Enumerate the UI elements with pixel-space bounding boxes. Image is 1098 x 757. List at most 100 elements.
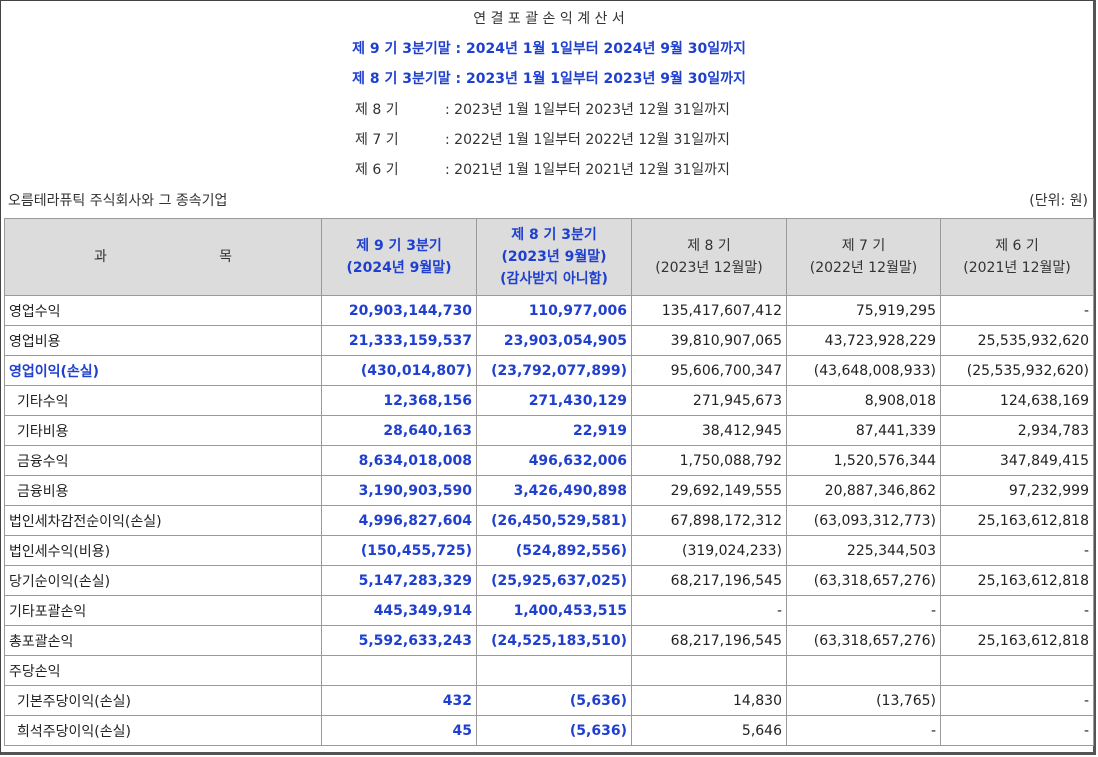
cell-value: 12,368,156 (321, 385, 477, 416)
table-row: 금융비용 3,190,903,590 3,426,490,898 29,692,… (4, 475, 1094, 506)
column-header-line2: (2024년 9월말) (346, 260, 452, 276)
column-header-q3-8: 제 8 기 3분기 (2023년 9월말) (감사받지 아니함) (476, 218, 632, 296)
column-header-line1: 제 7 기 (841, 238, 886, 254)
cell-value: 38,412,945 (631, 415, 787, 446)
cell-value: 225,344,503 (786, 535, 941, 566)
cell-value (940, 655, 1094, 686)
cell-value: 25,163,612,818 (940, 625, 1094, 656)
cell-value: (63,093,312,773) (786, 505, 941, 536)
cell-value: (43,648,008,933) (786, 355, 941, 386)
table-row: 금융수익 8,634,018,008 496,632,006 1,750,088… (4, 445, 1094, 476)
table-row: 영업비용 21,333,159,537 23,903,054,905 39,81… (4, 325, 1094, 356)
prior-period-range: : 2022년 1월 1일부터 2022년 12월 31일까지 (445, 132, 730, 148)
column-header-line1: 제 8 기 (687, 238, 731, 254)
cell-value: 14,830 (631, 685, 787, 716)
row-label: 기타비용 (4, 415, 322, 446)
cell-value: (150,455,725) (321, 535, 477, 566)
column-header-line2: (2021년 12월말) (963, 260, 1071, 276)
cell-value: 68,217,196,545 (631, 565, 787, 596)
cell-value: 110,977,006 (476, 295, 632, 326)
cell-value: 87,441,339 (786, 415, 941, 446)
column-header-line3: (감사받지 아니함) (500, 271, 608, 287)
cell-value: - (786, 715, 941, 746)
cell-value: 5,147,283,329 (321, 565, 477, 596)
cell-value: - (940, 685, 1094, 716)
table-row: 총포괄손익 5,592,633,243 (24,525,183,510) 68,… (4, 625, 1094, 656)
cell-value (786, 655, 941, 686)
prior-period-range: : 2021년 1월 1일부터 2021년 12월 31일까지 (445, 162, 730, 178)
row-label: 주당손익 (4, 655, 322, 686)
subject-header: 과 목 (4, 218, 322, 296)
row-label: 영업비용 (4, 325, 322, 356)
cell-value: 29,692,149,555 (631, 475, 787, 506)
cell-value: 25,163,612,818 (940, 505, 1094, 536)
cell-value: 347,849,415 (940, 445, 1094, 476)
cell-value: (319,024,233) (631, 535, 787, 566)
cell-value: - (940, 715, 1094, 746)
cell-value: 124,638,169 (940, 385, 1094, 416)
column-header-line1: 제 6 기 (995, 238, 1039, 254)
column-header-fy-6: 제 6 기 (2021년 12월말) (940, 218, 1094, 296)
column-header-line1: 제 8 기 3분기 (511, 227, 597, 243)
column-header-line2: (2022년 12월말) (809, 260, 918, 276)
column-header-line2: (2023년 12월말) (655, 260, 763, 276)
cell-value (476, 655, 632, 686)
column-header-line1: 제 9 기 3분기 (356, 238, 442, 254)
cell-value: (63,318,657,276) (786, 625, 941, 656)
row-label: 총포괄손익 (4, 625, 322, 656)
cell-value: (25,925,637,025) (476, 565, 632, 596)
cell-value: 8,634,018,008 (321, 445, 477, 476)
cell-value: 271,945,673 (631, 385, 787, 416)
row-label: 기타수익 (4, 385, 322, 416)
cell-value: 25,163,612,818 (940, 565, 1094, 596)
cell-value: 20,887,346,862 (786, 475, 941, 506)
cell-value: 432 (321, 685, 477, 716)
cell-value: 2,934,783 (940, 415, 1094, 446)
cell-value: 21,333,159,537 (321, 325, 477, 356)
cell-value: (430,014,807) (321, 355, 477, 386)
table-row: 기타수익 12,368,156 271,430,129 271,945,673 … (4, 385, 1094, 416)
table-row: 주당손익 (4, 655, 1094, 686)
row-label: 희석주당이익(손실) (4, 715, 322, 746)
prior-period-8: 제 8 기: 2023년 1월 1일부터 2023년 12월 31일까지 (355, 99, 730, 119)
subject-header-right: 목 (219, 249, 232, 265)
row-label: 기타포괄손익 (4, 595, 322, 626)
table-row: 법인세차감전순이익(손실) 4,996,827,604 (26,450,529,… (4, 505, 1094, 536)
cell-value: 22,919 (476, 415, 632, 446)
table-row: 영업이익(손실) (430,014,807) (23,792,077,899) … (4, 355, 1094, 386)
statement-title: 연 결 포 괄 손 익 계 산 서 (473, 11, 625, 27)
row-label: 금융수익 (4, 445, 322, 476)
cell-value: (24,525,183,510) (476, 625, 632, 656)
table-row: 희석주당이익(손실) 45 (5,636) 5,646 - - (4, 715, 1094, 746)
cell-value: (5,636) (476, 685, 632, 716)
cell-value: 1,400,453,515 (476, 595, 632, 626)
column-header-fy-8: 제 8 기 (2023년 12월말) (631, 218, 787, 296)
cell-value: 39,810,907,065 (631, 325, 787, 356)
prior-period-label: 제 7 기 (355, 132, 399, 148)
table-row: 기타포괄손익 445,349,914 1,400,453,515 - - - (4, 595, 1094, 626)
cell-value (321, 655, 477, 686)
prior-period-6: 제 6 기: 2021년 1월 1일부터 2021년 12월 31일까지 (355, 159, 730, 179)
cell-value: 3,190,903,590 (321, 475, 477, 506)
cell-value: 135,417,607,412 (631, 295, 787, 326)
row-label: 당기순이익(손실) (4, 565, 322, 596)
cell-value: 1,520,576,344 (786, 445, 941, 476)
cell-value: (25,535,932,620) (940, 355, 1094, 386)
cell-value: 28,640,163 (321, 415, 477, 446)
cell-value: 3,426,490,898 (476, 475, 632, 506)
cell-value: (26,450,529,581) (476, 505, 632, 536)
cell-value: 68,217,196,545 (631, 625, 787, 656)
cell-value: 45 (321, 715, 477, 746)
cell-value: 23,903,054,905 (476, 325, 632, 356)
cell-value: (13,765) (786, 685, 941, 716)
table-row: 영업수익 20,903,144,730 110,977,006 135,417,… (4, 295, 1094, 326)
cell-value: - (940, 595, 1094, 626)
column-header-fy-7: 제 7 기 (2022년 12월말) (786, 218, 941, 296)
row-label: 영업이익(손실) (4, 355, 322, 386)
current-period-9: 제 9 기 3분기말 : 2024년 1월 1일부터 2024년 9월 30일까… (352, 41, 746, 57)
income-statement-table: 과 목 제 9 기 3분기 (2024년 9월말) 제 8 기 3분기 (202… (4, 218, 1094, 746)
cell-value: 5,592,633,243 (321, 625, 477, 656)
cell-value: (63,318,657,276) (786, 565, 941, 596)
cell-value: (5,636) (476, 715, 632, 746)
table-row: 당기순이익(손실) 5,147,283,329 (25,925,637,025)… (4, 565, 1094, 596)
